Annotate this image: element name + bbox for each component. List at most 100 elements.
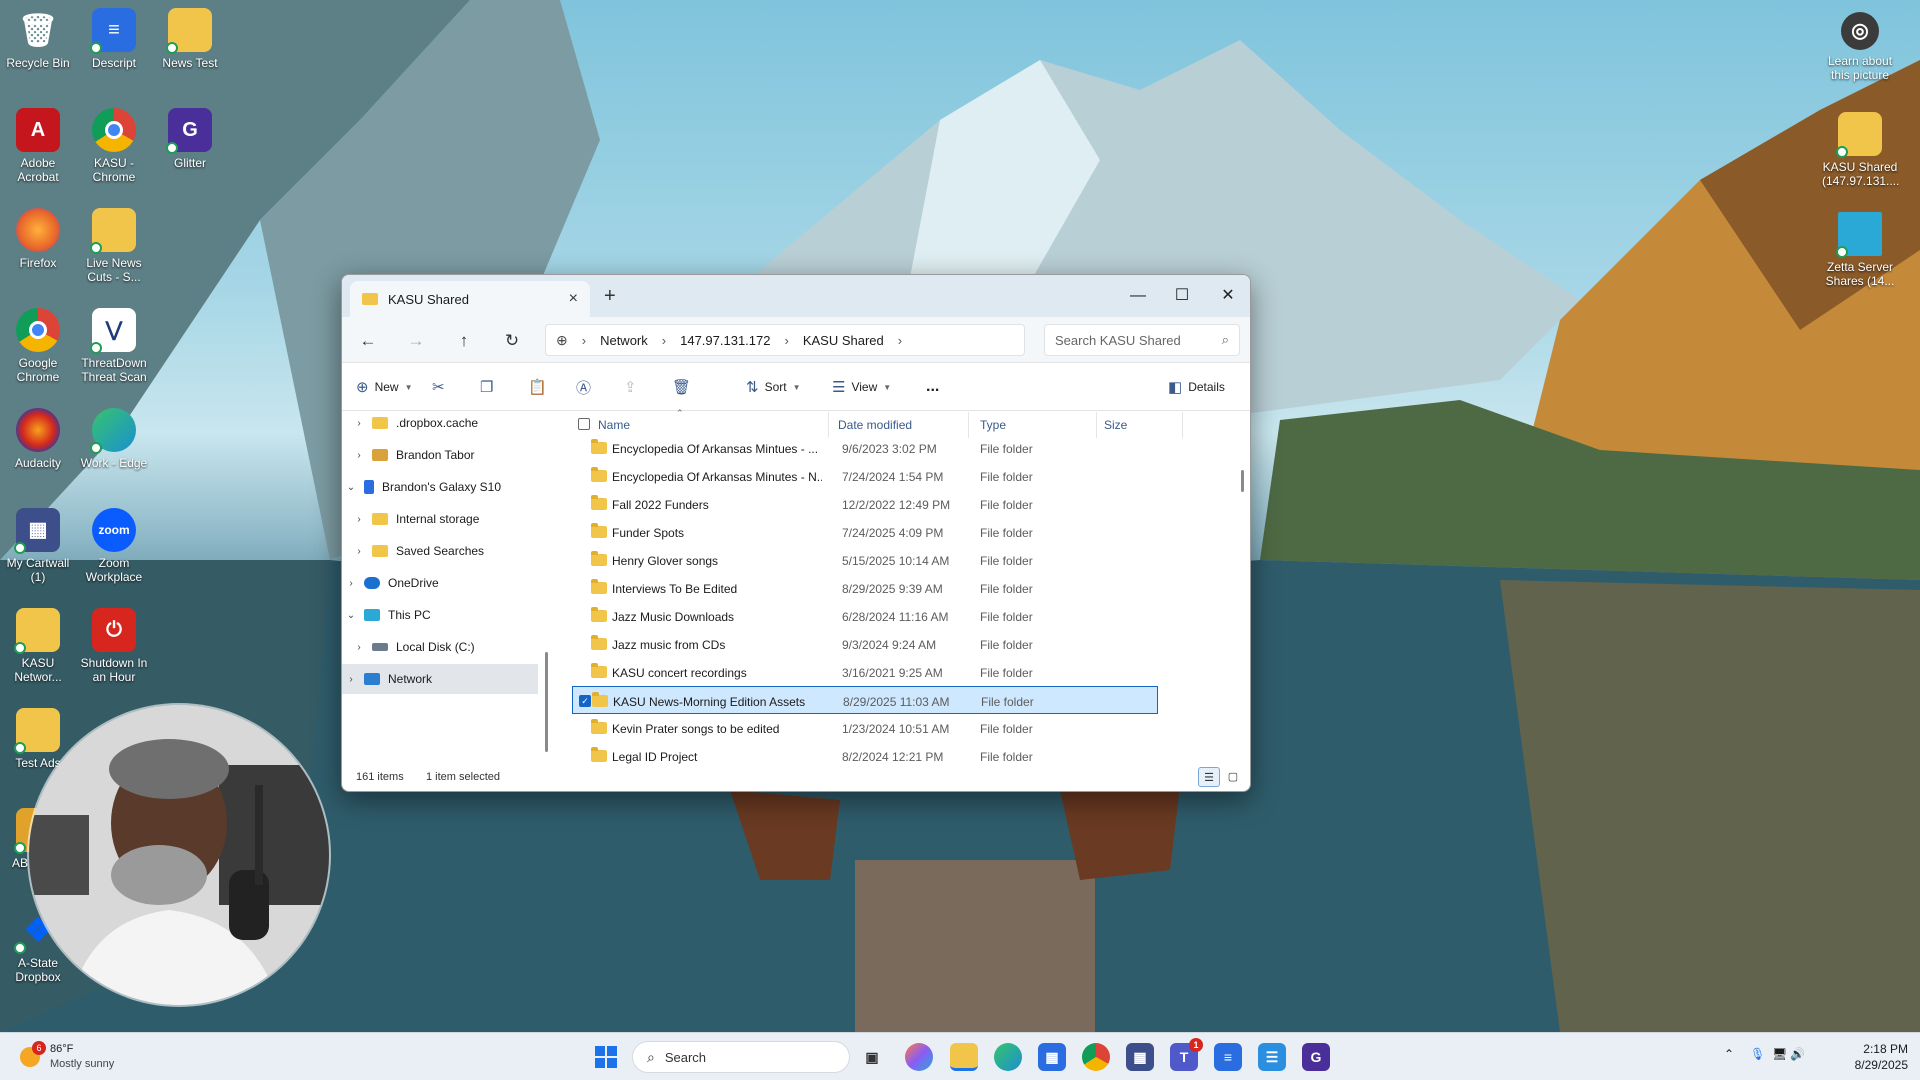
close-window-button[interactable]: ✕ (1206, 281, 1250, 311)
more-options-button[interactable]: ... (926, 377, 939, 397)
desktop-icon-live-news-cuts[interactable]: Live News Cuts - S... (76, 208, 152, 284)
search-input[interactable]: Search KASU Shared ⌕ (1044, 324, 1240, 356)
paste-button[interactable]: 📋 (528, 377, 553, 397)
cartwall-button[interactable]: ▦ (1126, 1043, 1154, 1071)
cut-button[interactable]: ✂ (432, 377, 451, 397)
desktop-icon-learn-about-picture[interactable]: ◎ Learn about this picture (1822, 12, 1898, 82)
close-tab-icon[interactable]: × (569, 290, 578, 308)
desktop-icon-firefox[interactable]: Firefox (0, 208, 76, 270)
nav-item-network[interactable]: › Network (342, 664, 538, 694)
back-button[interactable]: ← (356, 329, 380, 353)
nav-item-onedrive[interactable]: › OneDrive (342, 568, 538, 598)
chevron-right-icon[interactable]: › (344, 578, 358, 589)
rename-button[interactable]: Ⓐ (576, 377, 597, 397)
sort-button[interactable]: ⇅ Sort ▼ (746, 377, 801, 397)
microphone-icon[interactable]: 🎙 (1750, 1047, 1765, 1061)
chrome-button[interactable] (1082, 1043, 1110, 1071)
column-name[interactable]: Name (598, 418, 630, 432)
minimize-button[interactable]: — (1116, 281, 1160, 311)
chevron-right-icon[interactable]: › (344, 674, 358, 685)
chevron-down-icon[interactable]: ⌄ (344, 482, 358, 493)
notepad-button[interactable]: ☰ (1258, 1043, 1286, 1071)
breadcrumb-network[interactable]: Network (600, 333, 648, 348)
desktop-icon-adobe-acrobat[interactable]: A Adobe Acrobat (0, 108, 76, 184)
nav-item-brandon-tabor[interactable]: › Brandon Tabor (342, 440, 538, 470)
desktop-icon-kasu-network[interactable]: KASU Networ... (0, 608, 76, 684)
glitter-button[interactable]: G (1302, 1043, 1330, 1071)
desktop-icon-kasu-shared[interactable]: KASU Shared (147.97.131.... (1822, 112, 1899, 188)
desktop-icon-descript[interactable]: ≡ Descript (76, 8, 152, 70)
column-type[interactable]: Type (980, 418, 1006, 432)
share-button[interactable]: ⇪ (624, 377, 643, 397)
table-row[interactable]: Interviews To Be Edited 8/29/2025 9:39 AM… (572, 574, 1158, 602)
desktop-icon-shutdown[interactable]: ⏻ Shutdown In an Hour (76, 608, 152, 684)
chevron-right-icon[interactable]: › (352, 546, 366, 557)
store-button[interactable]: ▦ (1038, 1043, 1066, 1071)
new-button[interactable]: ⊕ New ▼ (356, 377, 413, 397)
refresh-button[interactable]: ↻ (500, 329, 524, 353)
desktop-icon-recycle-bin[interactable]: 🗑 Recycle Bin (0, 8, 76, 70)
column-size[interactable]: Size (1104, 418, 1127, 432)
row-checkbox[interactable]: ✓ (579, 695, 591, 707)
desktop-icon-zoom[interactable]: zoom Zoom Workplace (76, 508, 152, 584)
clock[interactable]: 2:18 PM 8/29/2025 (1836, 1041, 1908, 1073)
desktop-icon-kasu-chrome[interactable]: KASU - Chrome (76, 108, 152, 184)
chevron-right-icon[interactable]: › (352, 642, 366, 653)
descript-button[interactable]: ≡ (1214, 1043, 1242, 1071)
up-button[interactable]: ↑ (452, 329, 476, 353)
teams-button[interactable]: T 1 (1170, 1038, 1203, 1071)
volume-icon[interactable]: 🔊 (1790, 1047, 1805, 1061)
table-row[interactable]: Encyclopedia Of Arkansas Mintues - ... 9/… (572, 434, 1158, 462)
chevron-up-icon[interactable]: ⌃ (1724, 1047, 1734, 1061)
chevron-down-icon[interactable]: ⌄ (344, 610, 358, 621)
table-row[interactable]: Henry Glover songs 5/15/2025 10:14 AM File… (572, 546, 1158, 574)
details-view-toggle[interactable]: ☰ (1198, 767, 1220, 787)
nav-item-internal-storage[interactable]: › Internal storage (342, 504, 538, 534)
weather-widget[interactable]: 6 86°F Mostly sunny (18, 1041, 138, 1073)
chevron-right-icon[interactable]: › (898, 333, 902, 348)
chevron-right-icon[interactable]: › (352, 514, 366, 525)
file-explorer-button[interactable] (950, 1043, 978, 1071)
file-list-scrollbar[interactable] (1241, 470, 1244, 492)
start-button[interactable] (592, 1043, 620, 1071)
column-date-modified[interactable]: Date modified (838, 418, 912, 432)
taskbar-search[interactable]: ⌕ Search (632, 1041, 850, 1073)
table-row[interactable]: KASU concert recordings 3/16/2021 9:25 AM… (572, 658, 1158, 686)
copilot-button[interactable] (905, 1043, 933, 1071)
desktop-icon-news-test[interactable]: News Test (152, 8, 228, 70)
new-tab-button[interactable]: + (604, 285, 616, 308)
column-divider[interactable] (1182, 412, 1183, 438)
chevron-right-icon[interactable]: › (352, 418, 366, 429)
thumbnail-view-toggle[interactable]: ▢ (1222, 767, 1244, 787)
table-row[interactable]: Funder Spots 7/24/2025 4:09 PM File folder (572, 518, 1158, 546)
desktop-icon-audacity[interactable]: Audacity (0, 408, 76, 470)
task-view-button[interactable]: ▣ (858, 1043, 886, 1071)
desktop-icon-google-chrome[interactable]: Google Chrome (0, 308, 76, 384)
table-row[interactable]: Jazz Music Downloads 6/28/2024 11:16 AM Fi… (572, 602, 1158, 630)
network-status-icon[interactable]: 🖥 (1772, 1047, 1787, 1061)
desktop-icon-zetta-server[interactable]: Zetta Server Shares (14... (1822, 212, 1898, 288)
details-pane-button[interactable]: ◧ Details (1168, 377, 1225, 397)
table-row-selected[interactable]: ✓ KASU News-Morning Edition Assets 8/29/20… (572, 686, 1158, 714)
table-row[interactable]: Fall 2022 Funders 12/2/2022 12:49 PM File … (572, 490, 1158, 518)
copy-button[interactable]: ❐ (480, 377, 499, 397)
desktop-icon-work-edge[interactable]: Work - Edge (76, 408, 152, 470)
nav-item-this-pc[interactable]: ⌄ This PC (342, 600, 538, 630)
maximize-button[interactable]: ☐ (1160, 281, 1204, 311)
table-row[interactable]: Jazz music from CDs 9/3/2024 9:24 AM File … (572, 630, 1158, 658)
chevron-right-icon[interactable]: › (352, 450, 366, 461)
breadcrumb-ip[interactable]: 147.97.131.172 (680, 333, 770, 348)
nav-item-local-disk[interactable]: › Local Disk (C:) (342, 632, 538, 662)
select-all-checkbox[interactable] (578, 418, 590, 430)
table-row[interactable]: Kevin Prater songs to be edited 1/23/2024… (572, 714, 1158, 742)
nav-pane-scrollbar[interactable] (545, 652, 548, 752)
nav-item-saved-searches[interactable]: › Saved Searches (342, 536, 538, 566)
forward-button[interactable]: → (404, 329, 428, 353)
table-row[interactable]: Encyclopedia Of Arkansas Minutes - N... 7… (572, 462, 1158, 490)
nav-item-galaxy-s10[interactable]: ⌄ Brandon's Galaxy S10 (342, 472, 538, 502)
breadcrumb-kasu-shared[interactable]: KASU Shared (803, 333, 884, 348)
desktop-icon-glitter[interactable]: G Glitter (152, 108, 228, 170)
nav-item-dropbox-cache[interactable]: › .dropbox.cache (342, 412, 538, 438)
breadcrumb[interactable]: ⊕ › Network › 147.97.131.172 › KASU Shar… (545, 324, 1025, 356)
desktop-icon-my-cartwall[interactable]: ▦ My Cartwall (1) (0, 508, 76, 584)
